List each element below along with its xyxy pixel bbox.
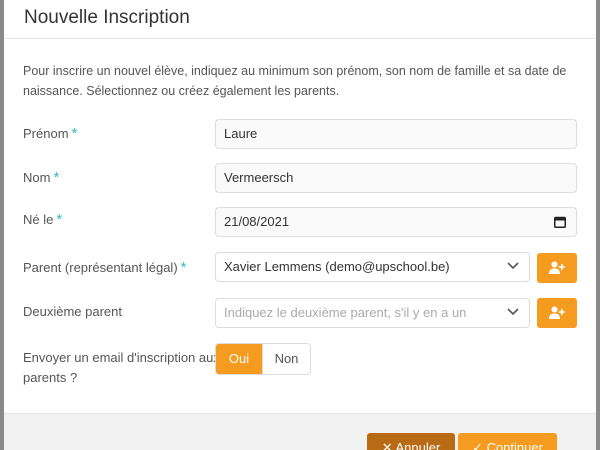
- parent-label: Parent (représentant légal) *: [23, 259, 187, 276]
- registration-modal: Nouvelle Inscription Pour inscrire un no…: [4, 0, 596, 450]
- cancel-button[interactable]: ✕ Annuler: [367, 433, 455, 450]
- email-label: Envoyer un email d'inscription aux paren…: [23, 350, 220, 385]
- ne-le-label-text: Né le: [23, 212, 54, 227]
- second-parent-label-text: Deuxième parent: [23, 304, 122, 319]
- prenom-label-text: Prénom: [23, 126, 69, 141]
- email-no-option[interactable]: Non: [262, 344, 310, 374]
- nom-label-text: Nom: [23, 170, 51, 185]
- calendar-icon[interactable]: [554, 216, 566, 228]
- chevron-down-icon: [507, 262, 519, 270]
- add-second-parent-button[interactable]: [537, 298, 577, 328]
- required-mark: *: [180, 259, 187, 276]
- required-mark: *: [53, 169, 60, 186]
- prenom-label: Prénom *: [23, 125, 77, 142]
- prenom-input[interactable]: Laure: [215, 119, 577, 149]
- nom-label: Nom *: [23, 169, 59, 186]
- parent-select[interactable]: Xavier Lemmens (demo@upschool.be): [215, 252, 530, 282]
- email-toggle: Oui Non: [215, 343, 311, 375]
- nom-input[interactable]: Vermeersch: [215, 163, 577, 193]
- parent-label-text: Parent (représentant légal): [23, 260, 178, 275]
- add-user-icon: [549, 261, 565, 274]
- modal-title: Nouvelle Inscription: [24, 7, 190, 28]
- birthdate-value: 21/08/2021: [224, 214, 290, 229]
- chevron-down-icon: [507, 308, 519, 316]
- required-mark: *: [56, 211, 63, 228]
- intro-text: Pour inscrire un nouvel élève, indiquez …: [23, 64, 567, 98]
- second-parent-label: Deuxième parent: [23, 304, 122, 319]
- continue-button[interactable]: ✓ Continuer: [458, 433, 557, 450]
- email-yes-option[interactable]: Oui: [216, 344, 262, 374]
- add-parent-button[interactable]: [537, 253, 577, 283]
- birthdate-input[interactable]: 21/08/2021: [215, 207, 577, 237]
- second-parent-select[interactable]: Indiquez le deuxième parent, s'il y en a…: [215, 298, 530, 328]
- modal-footer: ✕ Annuler ✓ Continuer: [4, 413, 596, 450]
- parent-selected-value: Xavier Lemmens (demo@upschool.be): [224, 259, 450, 274]
- required-mark: *: [71, 125, 78, 142]
- add-user-icon: [549, 306, 565, 319]
- modal-header: Nouvelle Inscription: [4, 0, 596, 39]
- ne-le-label: Né le *: [23, 211, 62, 228]
- second-parent-placeholder: Indiquez le deuxième parent, s'il y en a…: [224, 305, 467, 320]
